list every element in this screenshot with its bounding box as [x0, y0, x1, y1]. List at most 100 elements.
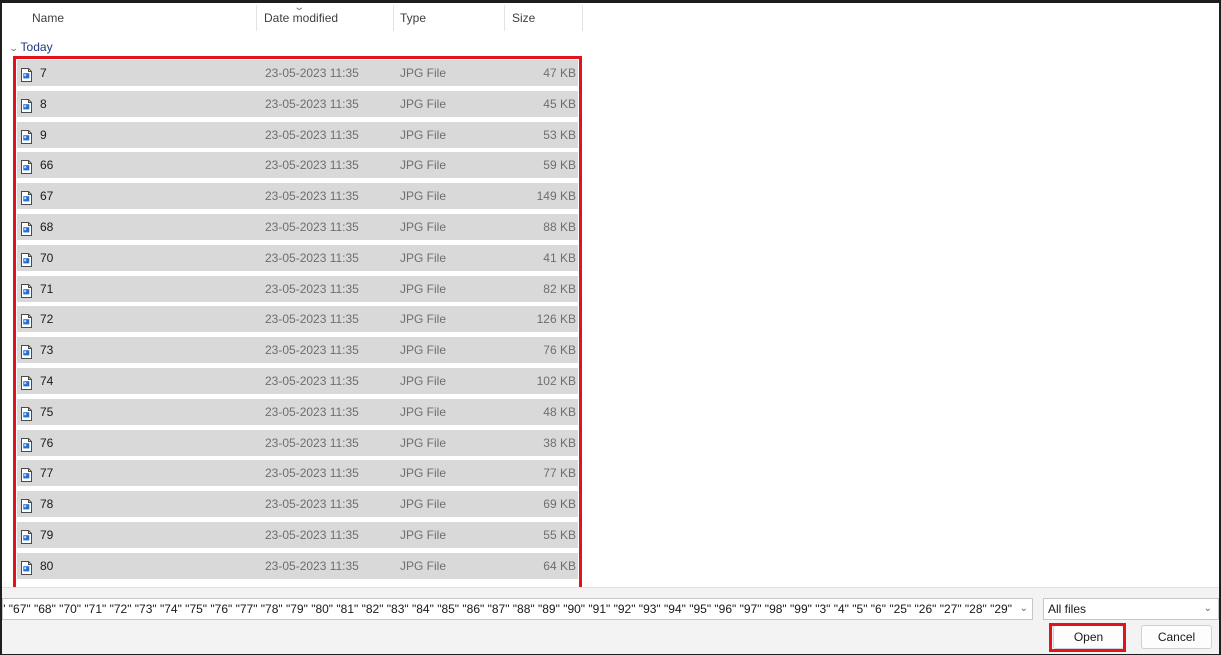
file-type-cell: JPG File	[400, 373, 447, 388]
file-size-cell: 64 KB	[543, 558, 576, 573]
file-name-cell: 71	[40, 281, 54, 296]
file-size-cell: 102 KB	[536, 373, 576, 388]
file-name-cell: 9	[40, 127, 47, 142]
file-type-cell: JPG File	[400, 219, 447, 234]
table-row[interactable]: 68 23-05-2023 11:35 JPG File 88 KB	[17, 213, 578, 240]
date-modified-cell: 23-05-2023 11:35	[265, 189, 359, 204]
table-row[interactable]: 80 23-05-2023 11:35 JPG File 64 KB	[17, 552, 578, 579]
table-row[interactable]: 77 23-05-2023 11:35 JPG File 77 KB	[17, 460, 578, 487]
date-modified-cell: 23-05-2023 11:35	[265, 312, 359, 327]
file-open-dialog: Name ⌄ Date modified Type Size ⌄ Today 72…	[0, 0, 1221, 655]
date-modified-cell: 23-05-2023 11:35	[265, 497, 359, 512]
column-divider[interactable]	[504, 5, 505, 31]
jpg-file-icon	[21, 188, 32, 206]
jpg-file-icon	[21, 435, 32, 452]
table-row[interactable]: 9 23-05-2023 11:35 JPG File 53 KB	[17, 121, 578, 148]
date-modified-cell: 23-05-2023 11:35	[265, 404, 359, 419]
date-modified-cell: 23-05-2023 11:35	[265, 466, 359, 481]
table-row[interactable]: 66 23-05-2023 11:35 JPG File 59 KB	[17, 152, 578, 179]
column-date-header[interactable]: Date modified	[264, 3, 338, 33]
jpg-file-icon	[21, 65, 32, 82]
file-name-cell: 78	[40, 497, 54, 512]
open-button[interactable]: Open	[1053, 625, 1124, 649]
date-modified-cell: 23-05-2023 11:35	[265, 127, 359, 142]
file-type-cell: JPG File	[400, 435, 447, 450]
file-name-cell: 77	[40, 466, 54, 481]
table-row[interactable]: 74 23-05-2023 11:35 JPG File 102 KB	[17, 367, 578, 394]
file-type-cell: JPG File	[400, 466, 447, 481]
chevron-down-icon[interactable]: ⌄	[1020, 599, 1028, 619]
column-divider[interactable]	[256, 5, 257, 31]
file-type-cell: JPG File	[400, 189, 447, 204]
jpg-file-icon	[21, 527, 32, 544]
jpg-file-icon	[21, 157, 32, 175]
file-name-cell: 72	[40, 312, 54, 327]
date-modified-cell: 23-05-2023 11:35	[265, 527, 359, 542]
column-type-header[interactable]: Type	[400, 3, 426, 33]
date-modified-cell: 23-05-2023 11:35	[265, 219, 359, 234]
file-size-cell: 45 KB	[543, 96, 576, 111]
file-type-cell: JPG File	[400, 497, 447, 512]
jpg-file-icon	[21, 250, 32, 267]
table-row[interactable]: 76 23-05-2023 11:35 JPG File 38 KB	[17, 429, 578, 456]
file-type-value: All files	[1048, 602, 1087, 616]
chevron-down-icon[interactable]: ⌄	[9, 40, 19, 56]
table-row[interactable]: 71 23-05-2023 11:35 JPG File 82 KB	[17, 275, 578, 302]
file-size-cell: 126 KB	[536, 312, 576, 327]
file-list: 7 23-05-2023 11:35 JPG File 47 KB 8 23-05-202…	[17, 60, 578, 584]
column-divider[interactable]	[582, 5, 583, 31]
jpg-file-icon	[21, 496, 32, 514]
table-row[interactable]: 67 23-05-2023 11:35 JPG File 149 KB	[17, 183, 578, 210]
file-type-select[interactable]: All files ⌄	[1043, 598, 1219, 620]
file-size-cell: 47 KB	[543, 66, 576, 80]
jpg-file-icon	[21, 311, 32, 329]
jpg-file-icon	[21, 127, 32, 144]
file-size-cell: 38 KB	[543, 435, 576, 450]
group-header-today[interactable]: ⌄ Today	[9, 39, 53, 56]
cancel-button[interactable]: Cancel	[1141, 625, 1212, 649]
file-size-cell: 77 KB	[543, 466, 576, 481]
table-row[interactable]: 79 23-05-2023 11:35 JPG File 55 KB	[17, 521, 578, 548]
file-type-cell: JPG File	[400, 312, 447, 327]
file-size-cell: 76 KB	[543, 343, 576, 358]
jpg-file-icon	[21, 281, 32, 298]
table-row[interactable]: 70 23-05-2023 11:35 JPG File 41 KB	[17, 244, 578, 271]
file-size-cell: 82 KB	[543, 281, 576, 296]
file-size-cell: 55 KB	[543, 527, 576, 542]
jpg-file-icon	[21, 219, 32, 236]
file-size-cell: 48 KB	[543, 404, 576, 419]
column-name-header[interactable]: Name	[32, 3, 64, 33]
table-row[interactable]: 72 23-05-2023 11:35 JPG File 126 KB	[17, 306, 578, 333]
file-size-cell: 53 KB	[543, 127, 576, 142]
file-name-cell: 74	[40, 373, 54, 388]
file-name-cell: 75	[40, 404, 54, 419]
file-type-cell: JPG File	[400, 527, 447, 542]
file-name-cell: 66	[40, 158, 54, 173]
chevron-down-icon[interactable]: ⌄	[1204, 599, 1212, 619]
file-type-cell: JPG File	[400, 404, 447, 419]
date-modified-cell: 23-05-2023 11:35	[265, 281, 359, 296]
table-row[interactable]: 75 23-05-2023 11:35 JPG File 48 KB	[17, 398, 578, 425]
column-size-header[interactable]: Size	[512, 3, 535, 33]
table-row[interactable]: 78 23-05-2023 11:35 JPG File 69 KB	[17, 491, 578, 518]
jpg-file-icon	[21, 373, 32, 390]
table-row[interactable]: 8 23-05-2023 11:35 JPG File 45 KB	[17, 90, 578, 117]
date-modified-cell: 23-05-2023 11:35	[265, 250, 359, 265]
file-type-cell: JPG File	[400, 343, 447, 358]
date-modified-cell: 23-05-2023 11:35	[265, 66, 359, 80]
jpg-file-icon	[21, 465, 32, 483]
file-name-cell: 7	[40, 66, 47, 80]
date-modified-cell: 23-05-2023 11:35	[265, 343, 359, 358]
file-name-input[interactable]: " "9" "66" "67" "68" "70" "71" "72" "73"…	[2, 598, 1033, 620]
file-name-cell: 79	[40, 527, 54, 542]
file-name-cell: 80	[40, 558, 54, 573]
file-name-cell: 76	[40, 435, 54, 450]
file-name-cell: 68	[40, 219, 54, 234]
table-row[interactable]: 73 23-05-2023 11:35 JPG File 76 KB	[17, 337, 578, 364]
file-size-cell: 69 KB	[543, 497, 576, 512]
column-divider[interactable]	[393, 5, 394, 31]
file-type-cell: JPG File	[400, 127, 447, 142]
file-name-cell: 70	[40, 250, 54, 265]
table-row[interactable]: 7 23-05-2023 11:35 JPG File 47 KB	[17, 60, 578, 86]
file-type-cell: JPG File	[400, 558, 447, 573]
